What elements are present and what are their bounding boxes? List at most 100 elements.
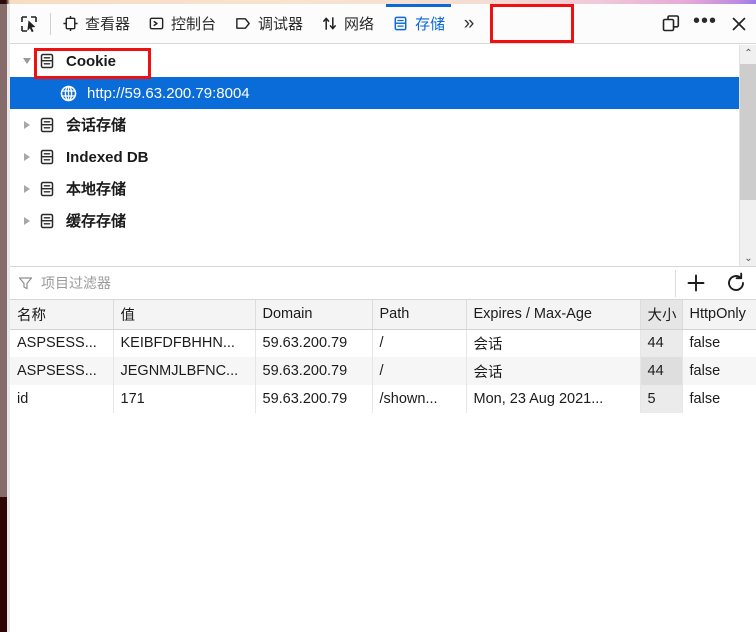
left-accent-strip-lower [0,497,7,632]
cell-path: / [372,329,467,357]
element-picker-button[interactable] [10,5,48,43]
cell-path: /shown... [372,385,467,413]
cookies-table: 名称 值 Domain Path Expires / Max-Age 大小 Ht… [10,300,756,413]
tab-inspector[interactable]: 查看器 [53,4,139,44]
storage-type-icon [36,179,58,199]
cell-name: ASPSESS... [10,357,114,385]
tab-debugger[interactable]: 调试器 [225,4,312,44]
dock-split-icon [661,14,681,34]
chevron-right-icon[interactable] [18,116,36,134]
storage-tree-panel: Cookie http://59.63.200.79:8004 会话存储 Ind… [10,45,756,267]
storage-icon [392,15,409,32]
tree-item-session-storage-label: 会话存储 [66,116,127,134]
element-picker-icon [19,14,39,34]
table-row[interactable]: id 171 59.63.200.79 /shown... Mon, 23 Au… [10,385,756,413]
search-input[interactable] [39,270,644,296]
tree-item-indexed-db[interactable]: Indexed DB [10,141,739,173]
cell-value: KEIBFDFBHHN... [113,329,256,357]
toolbar-divider [50,12,51,35]
table-row[interactable]: ASPSESS... JEGNMJLBFNC... 59.63.200.79 /… [10,357,756,385]
scrollbar-thumb[interactable] [740,64,756,200]
tab-debugger-label: 调试器 [258,16,304,33]
chevron-down-icon[interactable] [18,52,36,70]
network-icon [321,15,338,32]
tab-console-label: 控制台 [171,16,217,33]
items-filter-bar [10,267,756,300]
cell-size: 5 [640,385,683,413]
column-header-value[interactable]: 值 [113,300,256,330]
chevron-right-icon[interactable] [18,180,36,198]
column-header-expires[interactable]: Expires / Max-Age [466,300,641,330]
cell-expires: 会话 [466,329,641,357]
tree-vertical-scrollbar[interactable]: ⌃ ⌄ [739,45,756,266]
cell-domain: 59.63.200.79 [255,357,373,385]
tree-item-session-storage[interactable]: 会话存储 [10,109,739,141]
console-icon [148,15,165,32]
table-row[interactable]: ASPSESS... KEIBFDFBHHN... 59.63.200.79 /… [10,329,756,357]
tree-item-cookie-label: Cookie [66,52,117,70]
tab-network-label: 网络 [344,16,375,33]
tree-item-cache-storage-label: 缓存存储 [66,212,127,230]
cell-name: ASPSESS... [10,329,114,357]
column-header-path[interactable]: Path [372,300,467,330]
tree-item-cookie-origin-label: http://59.63.200.79:8004 [87,84,250,102]
scroll-up-arrow-icon[interactable]: ⌃ [740,45,756,62]
add-item-button[interactable] [676,267,716,300]
tree-item-cookie-origin[interactable]: http://59.63.200.79:8004 [10,77,739,109]
refresh-items-button[interactable] [716,267,756,300]
tree-item-local-storage[interactable]: 本地存储 [10,173,739,205]
cookies-table-wrap: 名称 值 Domain Path Expires / Max-Age 大小 Ht… [10,300,756,632]
tree-item-cookie[interactable]: Cookie [10,45,739,77]
filter-funnel-icon [18,276,33,291]
close-devtools-button[interactable] [722,5,756,43]
storage-type-icon [36,51,58,71]
cell-httponly: false [689,391,721,407]
refresh-icon [725,272,747,294]
cell-size: 44 [640,329,683,357]
dock-position-button[interactable] [654,5,688,43]
cell-domain: 59.63.200.79 [255,385,373,413]
column-header-name[interactable]: 名称 [10,300,114,330]
cell-size: 44 [640,357,683,385]
window-top-accent-strip [0,0,756,4]
tab-storage-label: 存储 [415,16,446,33]
cell-path: / [372,357,467,385]
devtools-toolbar: 查看器 控制台 调试器 网络 存储 » ••• [10,3,756,44]
debugger-icon [234,15,252,32]
toolbar-overflow-button[interactable]: » [454,5,484,43]
tab-console[interactable]: 控制台 [139,4,225,44]
cell-expires: Mon, 23 Aug 2021... [466,385,641,413]
cell-httponly: false [682,357,756,385]
tree-item-indexed-db-label: Indexed DB [66,148,149,166]
storage-type-icon [36,211,58,231]
column-header-httponly[interactable]: HttpOnly [682,300,756,330]
tree-item-cache-storage[interactable]: 缓存存储 [10,205,739,237]
table-header-row: 名称 值 Domain Path Expires / Max-Age 大小 Ht… [10,300,756,330]
chevron-right-icon[interactable] [18,212,36,230]
cell-name: id [10,385,114,413]
tab-network[interactable]: 网络 [312,4,383,44]
column-header-size[interactable]: 大小 [640,300,683,330]
tree-item-local-storage-label: 本地存储 [66,180,127,198]
cell-expires: 会话 [466,357,641,385]
cell-httponly: false [689,335,721,352]
devtools-storage-panel: 查看器 控制台 调试器 网络 存储 » ••• Cookie http://59… [0,0,756,632]
tab-inspector-label: 查看器 [85,16,131,33]
inspector-icon [62,15,79,32]
chevron-right-icon[interactable] [18,148,36,166]
storage-tree-list: Cookie http://59.63.200.79:8004 会话存储 Ind… [10,45,739,266]
close-icon [730,15,748,33]
tab-storage[interactable]: 存储 [383,3,454,44]
cell-domain: 59.63.200.79 [255,329,373,357]
devtools-settings-button[interactable]: ••• [688,5,722,43]
scroll-down-arrow-icon[interactable]: ⌄ [740,250,756,266]
storage-type-icon [36,115,58,135]
left-gutter [7,4,10,632]
storage-type-icon [36,147,58,167]
cell-value: 171 [113,385,256,413]
column-header-domain[interactable]: Domain [255,300,373,330]
cell-value: JEGNMJLBFNC... [113,357,256,385]
left-accent-strip-upper [0,4,7,497]
globe-icon [57,83,79,103]
plus-icon [685,272,707,294]
